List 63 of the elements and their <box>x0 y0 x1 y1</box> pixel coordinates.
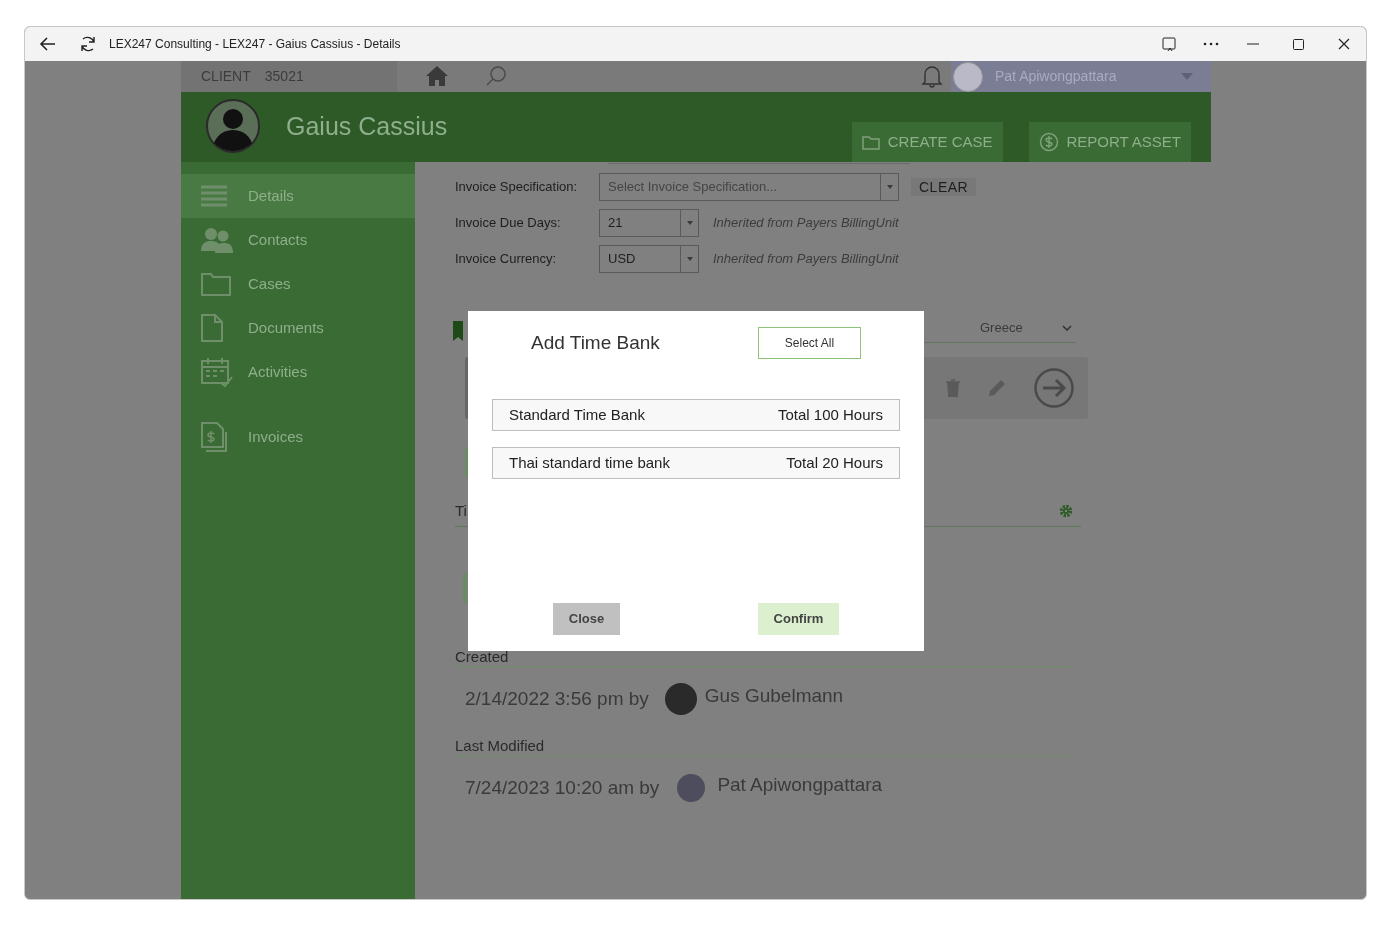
dropdown-arrow-icon[interactable] <box>886 185 893 189</box>
folder-icon <box>861 134 880 150</box>
document-icon <box>201 314 223 342</box>
dropdown-field[interactable]: USD <box>599 245 699 273</box>
person-silhouette-icon <box>206 99 260 153</box>
sidebar-item[interactable]: Documents <box>181 306 415 350</box>
time-bank-option[interactable]: Standard Time Bank Total 100 Hours <box>492 399 900 431</box>
confirm-button[interactable]: Confirm <box>758 603 839 635</box>
created-heading: Created <box>455 648 509 666</box>
people-icon <box>201 227 233 253</box>
time-bank-option[interactable]: Thai standard time bank Total 20 Hours <box>492 447 900 479</box>
sidebar-item[interactable]: Cases <box>181 262 415 306</box>
avatar <box>664 683 697 715</box>
list-icon <box>201 185 227 207</box>
chevron-down-icon[interactable] <box>1062 324 1072 331</box>
section-heading: Ti <box>455 500 467 521</box>
select-all-button[interactable]: Select All <box>758 327 861 359</box>
last-modified-heading: Last Modified <box>455 737 545 755</box>
sidebar-item[interactable]: Activities <box>181 350 415 394</box>
app-view-icon[interactable] <box>1161 36 1177 52</box>
creator-name: Gus Gubelmann <box>704 683 844 708</box>
home-icon[interactable] <box>425 65 449 87</box>
dropdown-arrow-icon[interactable] <box>686 257 693 261</box>
sidebar-item[interactable]: Contacts <box>181 218 415 262</box>
dropdown-arrow-icon[interactable] <box>686 221 693 225</box>
sidebar-item[interactable]: Details <box>181 174 415 218</box>
report-asset-button[interactable]: REPORT ASSET <box>1028 122 1191 162</box>
window-title: LEX247 Consulting - LEX247 - Gaius Cassius - Details <box>109 36 401 53</box>
inherited-note: Inherited from Payers BillingUnit <box>713 214 899 233</box>
close-button[interactable]: Close <box>553 603 620 635</box>
create-case-button[interactable]: CREATE CASE <box>851 122 1003 162</box>
avatar <box>677 774 706 802</box>
client-name: Gaius Cassius <box>286 111 448 142</box>
field-label: Invoice Due Days: <box>455 214 562 233</box>
gear-icon[interactable] <box>1059 504 1073 518</box>
close-icon[interactable] <box>1338 38 1350 50</box>
search-icon[interactable] <box>485 65 507 87</box>
inherited-note: Inherited from Payers BillingUnit <box>713 250 899 269</box>
field-label: Invoice Specification: <box>455 178 579 197</box>
maximize-icon[interactable] <box>1293 38 1304 50</box>
calendar-icon <box>201 357 233 387</box>
dollar-circle-icon <box>1038 132 1059 152</box>
folder-icon <box>201 272 231 296</box>
modified-timestamp: 7/24/2023 10:20 am by <box>465 775 660 800</box>
refresh-icon[interactable] <box>79 35 97 53</box>
invoice-specification-dropdown[interactable]: Select Invoice Specification... <box>599 173 899 201</box>
modifier-name: Pat Apiwongpattara <box>717 772 883 797</box>
pencil-icon[interactable] <box>988 379 1006 397</box>
bell-icon[interactable] <box>921 64 943 88</box>
caret-icon[interactable] <box>1181 73 1193 80</box>
invoice-icon <box>201 422 227 452</box>
avatar <box>953 61 983 92</box>
more-icon[interactable] <box>1203 42 1219 46</box>
country-dropdown[interactable]: Greece <box>980 317 1023 338</box>
arrow-circle-icon[interactable] <box>1034 368 1074 408</box>
created-timestamp: 2/14/2022 3:56 pm by <box>465 686 649 711</box>
field-label: Invoice Currency: <box>455 250 558 269</box>
trash-icon[interactable] <box>946 379 960 397</box>
dialog-title: Add Time Bank <box>531 330 660 355</box>
sidebar-item[interactable]: Invoices <box>181 415 415 459</box>
clear-button[interactable]: CLEAR <box>911 178 977 196</box>
dropdown-field[interactable]: 21 <box>599 209 699 237</box>
back-arrow-icon[interactable] <box>39 35 57 53</box>
